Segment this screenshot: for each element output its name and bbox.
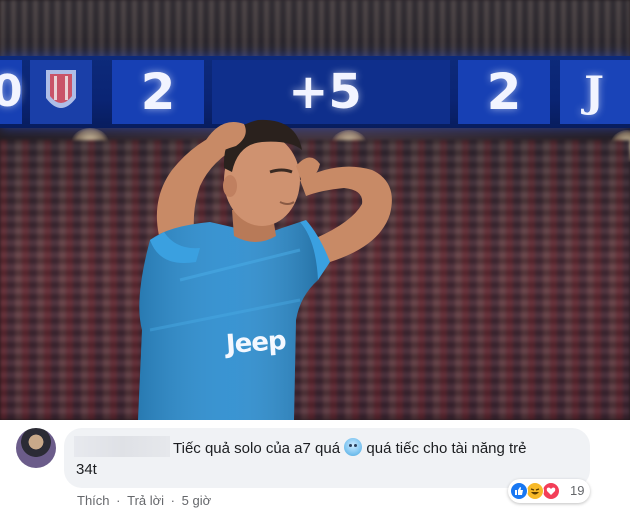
like-icon	[510, 482, 528, 500]
comment-timestamp[interactable]: 5 giờ	[182, 493, 212, 508]
haha-icon	[526, 482, 544, 500]
comment-text-line1: Tiếc quả solo của a7 quá quá tiếc cho tà…	[173, 438, 527, 459]
player-figure	[138, 119, 392, 420]
love-icon	[542, 482, 560, 500]
sweat-face-icon	[344, 438, 363, 456]
comment-text: quá tiếc cho tài năng trẻ	[366, 440, 527, 457]
jersey-sponsor: Jeep	[225, 325, 287, 361]
reaction-count: 19	[570, 483, 585, 498]
comment-text-line2: 34t	[76, 461, 97, 478]
commenter-name-redacted[interactable]	[74, 436, 170, 457]
commenter-avatar[interactable]	[16, 428, 56, 468]
comment-actions: Thích · Trả lời · 5 giờ	[77, 493, 211, 508]
comment-bubble: Tiếc quả solo của a7 quá quá tiếc cho tà…	[64, 428, 590, 488]
reaction-summary[interactable]: 19	[508, 479, 590, 503]
separator-dot: ·	[170, 493, 176, 508]
comment-text: Tiếc quả solo của a7 quá	[173, 440, 341, 457]
separator-dot: ·	[116, 493, 121, 508]
post-photo[interactable]: 0 2 +5 2 J Jeep	[0, 0, 630, 420]
like-link[interactable]: Thích	[77, 493, 110, 508]
reply-link[interactable]: Trả lời	[127, 493, 164, 508]
